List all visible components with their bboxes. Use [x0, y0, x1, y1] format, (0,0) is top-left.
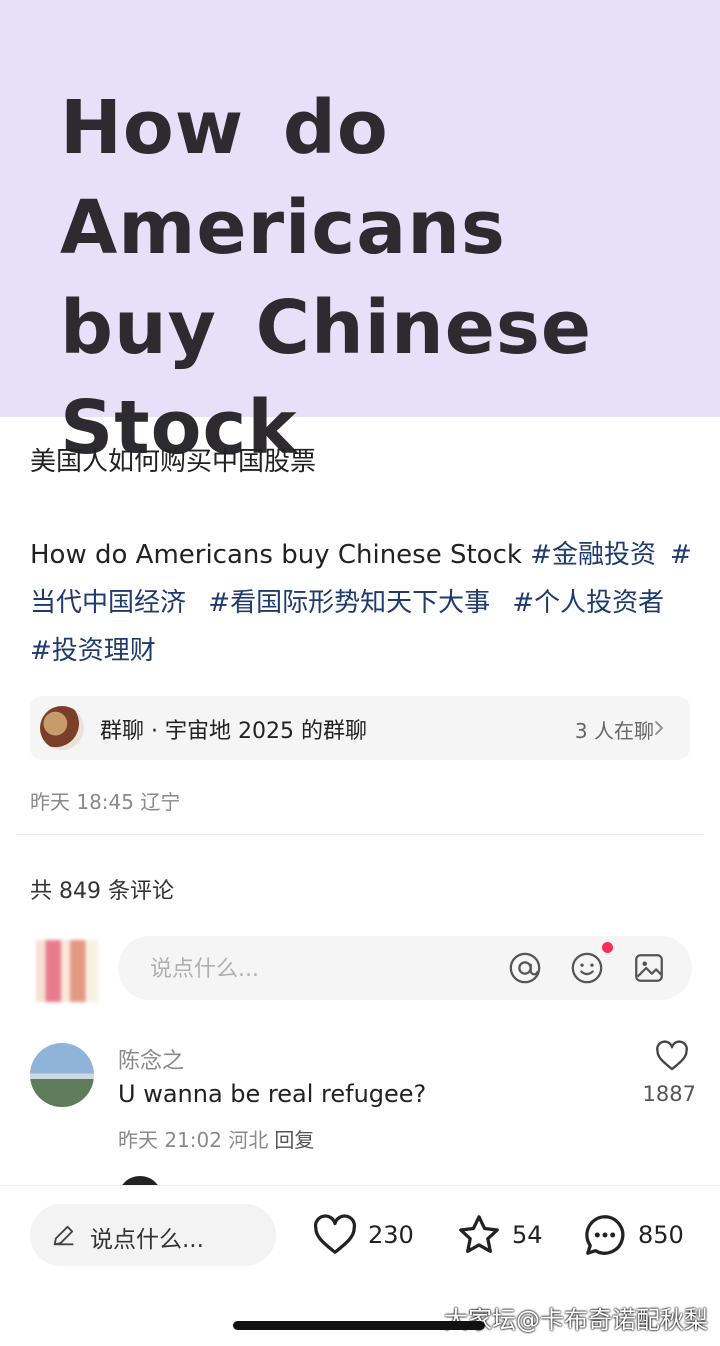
comment-input-box[interactable]	[118, 936, 692, 1000]
comment-text: U wanna be real refugee?	[118, 1080, 427, 1108]
comment-input[interactable]	[148, 950, 482, 988]
heart-icon	[313, 1214, 357, 1254]
heart-icon[interactable]	[654, 1040, 690, 1072]
group-avatar	[40, 706, 84, 750]
bottom-action-bar: 说点什么... 230 54 850 大家坛@卡布奇诺配秋梨	[0, 1185, 720, 1346]
like-count: 230	[368, 1221, 414, 1249]
group-chat-card[interactable]: 群聊 · 宇宙地 2025 的群聊 3 人在聊	[30, 696, 690, 760]
post-title: 美国人如何购买中国股票	[30, 447, 317, 477]
comment-count: 共 849 条评论	[30, 879, 174, 904]
post-body: How do Americans buy Chinese Stock #金融投资…	[30, 531, 700, 675]
pencil-icon	[53, 1225, 74, 1246]
star-icon	[459, 1215, 499, 1253]
comment-time-location: 昨天 21:02 河北	[118, 1128, 269, 1152]
watermark-text: 大家坛@卡布奇诺配秋梨	[444, 1306, 708, 1334]
hashtag-link[interactable]: #个人投资者	[512, 588, 664, 618]
comment-like-count: 1887	[642, 1082, 696, 1106]
post-timestamp-location: 昨天 18:45 辽宁	[30, 790, 181, 814]
home-indicator[interactable]	[233, 1321, 485, 1330]
cover-title: How do Americans buy Chinese Stock	[60, 85, 593, 471]
group-chat-name: 群聊 · 宇宙地 2025 的群聊	[100, 719, 367, 744]
comment-meta: 昨天 21:02 河北 回复	[118, 1124, 314, 1153]
post-body-text: How do Americans buy Chinese Stock	[30, 540, 522, 570]
notification-dot	[602, 942, 613, 953]
chevron-right-icon	[655, 721, 663, 735]
image-icon[interactable]	[632, 951, 666, 985]
hashtag-link[interactable]: #看国际形势知天下大事	[208, 588, 490, 618]
bottom-input-label: 说点什么...	[90, 1227, 204, 1253]
bottom-comment-input[interactable]: 说点什么...	[30, 1204, 276, 1266]
divider	[16, 834, 704, 835]
commenter-name[interactable]: 陈念之	[118, 1043, 184, 1075]
comment-icon	[585, 1215, 625, 1255]
reply-button[interactable]: 回复	[274, 1128, 314, 1152]
comment-count-bottom: 850	[638, 1221, 684, 1249]
at-icon[interactable]	[508, 951, 542, 985]
emoji-icon[interactable]	[570, 951, 604, 985]
post-cover-image[interactable]: How do Americans buy Chinese Stock	[0, 0, 720, 471]
group-chat-count: 3 人在聊	[574, 719, 654, 743]
hashtag-link[interactable]: #投资理财	[30, 636, 156, 666]
hashtag-link[interactable]: #金融投资	[530, 540, 656, 570]
favorite-count: 54	[512, 1221, 543, 1249]
current-user-avatar[interactable]	[36, 940, 98, 1002]
commenter-avatar[interactable]	[30, 1043, 94, 1107]
